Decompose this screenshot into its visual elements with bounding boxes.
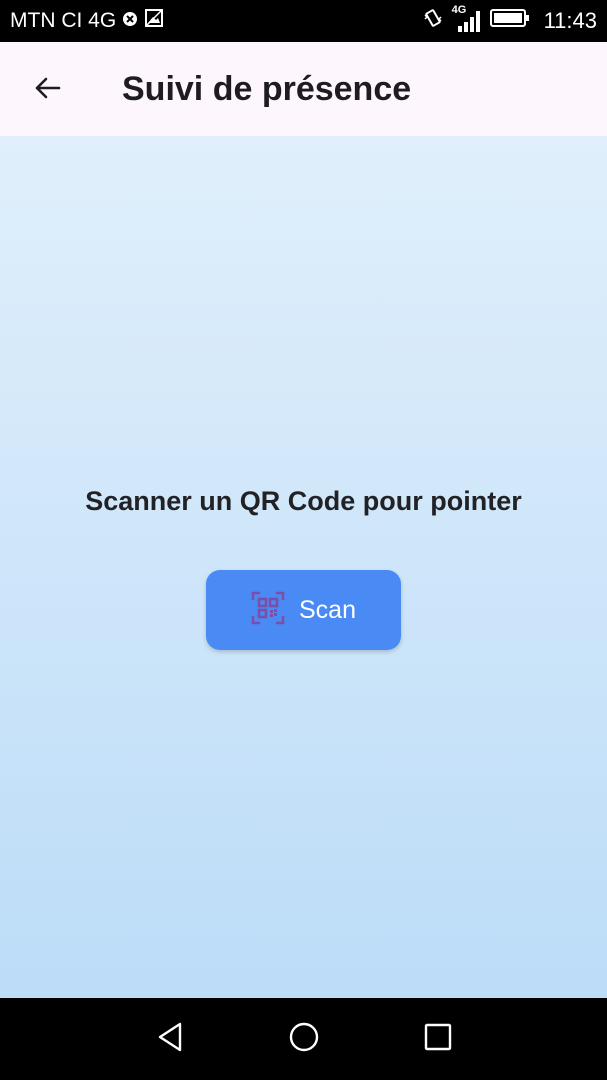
battery-icon — [489, 8, 530, 34]
nav-back-button[interactable] — [145, 1014, 195, 1064]
main-content: Scanner un QR Code pour pointer Scan — [0, 136, 607, 998]
status-right: 4G 11:43 — [422, 0, 597, 42]
clock: 11:43 — [543, 8, 597, 33]
system-nav-bar — [0, 998, 607, 1080]
scan-button[interactable]: Scan — [206, 570, 401, 650]
carrier-label: MTN CI 4G — [10, 9, 117, 32]
image-icon — [144, 8, 164, 34]
nav-recents-button[interactable] — [413, 1014, 463, 1064]
signal-icon: 4G — [452, 4, 482, 34]
back-button[interactable] — [22, 65, 72, 115]
back-triangle-icon — [155, 1021, 185, 1058]
home-circle-icon — [288, 1021, 320, 1058]
nav-home-button[interactable] — [279, 1014, 329, 1064]
qr-code-icon — [251, 591, 285, 630]
page-title: Suivi de présence — [122, 69, 412, 108]
app-bar: Suivi de présence — [0, 42, 607, 136]
scan-button-label: Scan — [299, 595, 356, 624]
arrow-left-icon — [32, 73, 62, 108]
blocked-icon — [122, 9, 138, 33]
vibrate-icon — [422, 7, 444, 35]
status-left: MTN CI 4G — [10, 0, 164, 42]
recents-square-icon — [423, 1022, 453, 1057]
scan-prompt: Scanner un QR Code pour pointer — [85, 486, 522, 516]
status-bar: MTN CI 4G 4G 11:43 — [0, 0, 607, 42]
